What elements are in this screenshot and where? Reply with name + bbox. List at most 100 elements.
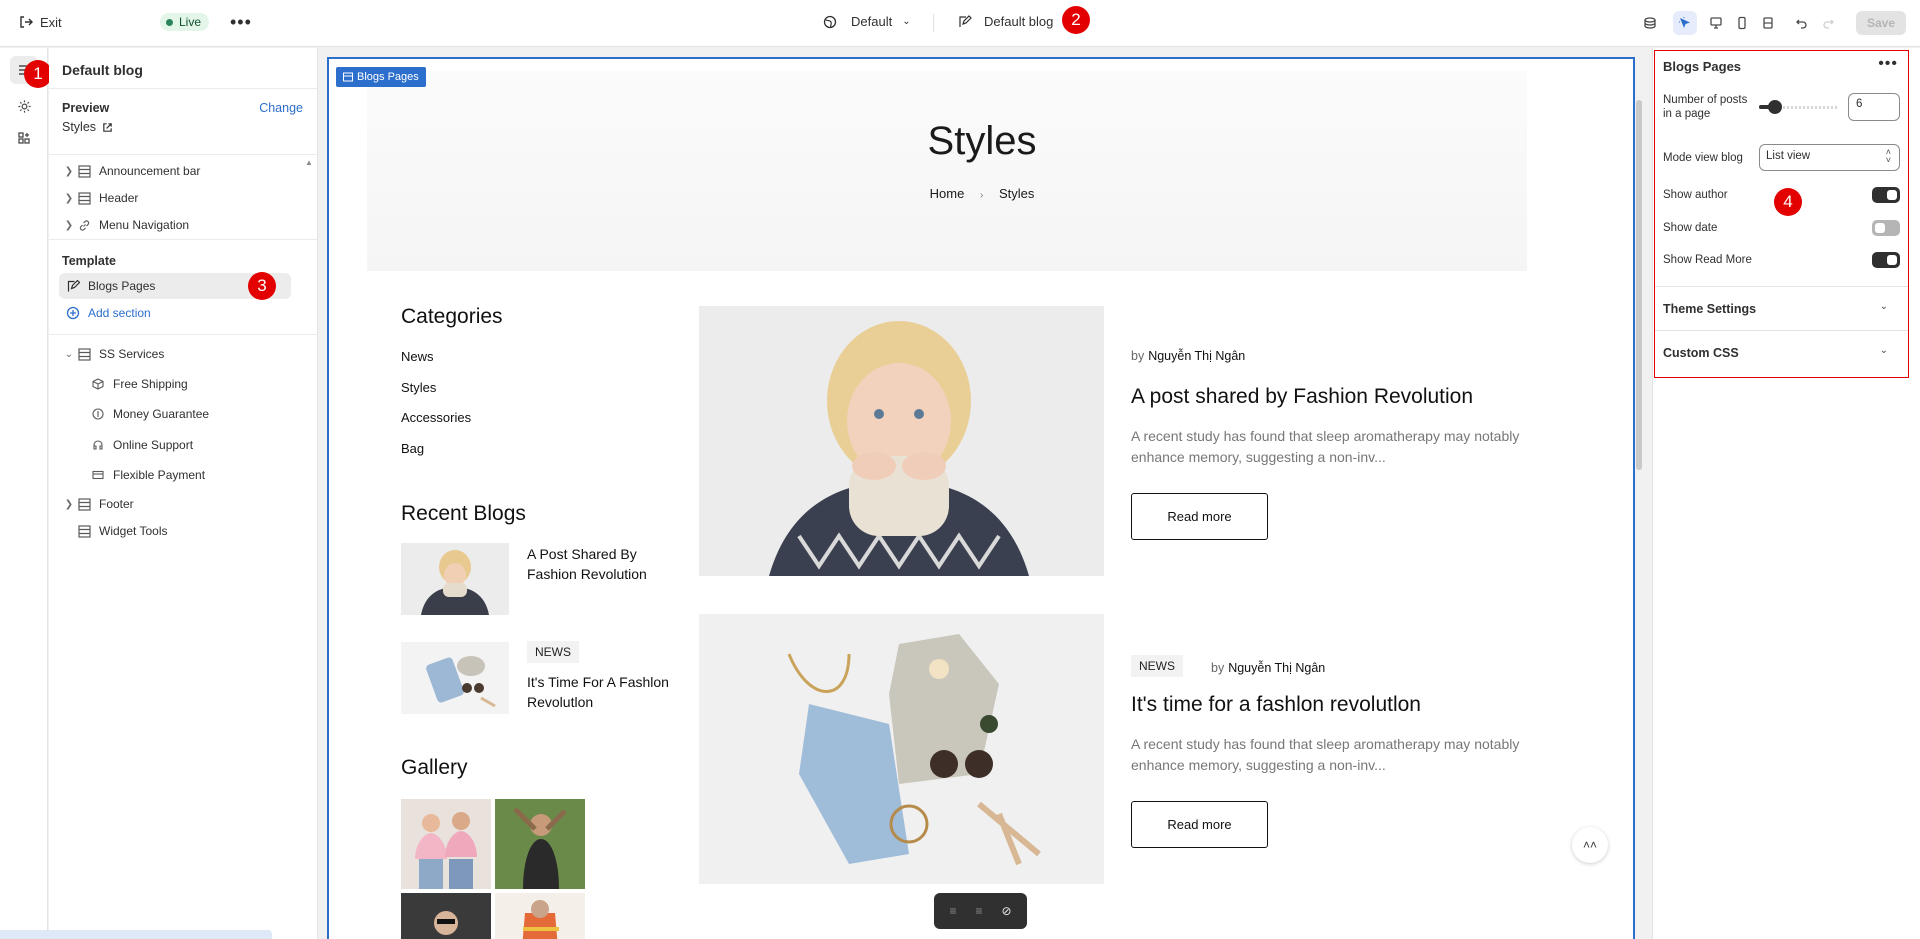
more-actions-button[interactable]: ••• — [230, 12, 252, 33]
post-image[interactable] — [699, 614, 1104, 884]
category-link[interactable]: Styles — [401, 380, 436, 395]
annotation-badge-2: 2 — [1062, 6, 1090, 34]
tree-item-label: Footer — [99, 497, 134, 511]
post-image[interactable] — [699, 306, 1104, 576]
tree-item-money-guarantee[interactable]: Money Guarantee — [49, 401, 317, 427]
gallery-image[interactable] — [495, 893, 585, 939]
category-link[interactable]: News — [401, 349, 434, 364]
hide-eye-icon[interactable]: ⊘ — [1001, 904, 1011, 918]
post-author-name[interactable]: Nguyễn Thị Ngân — [1228, 661, 1325, 675]
mode-view-select[interactable]: List view ˄ ˅ — [1759, 144, 1900, 171]
post-title[interactable]: It's time for a fashlon revolutlon — [1131, 693, 1421, 717]
globe-icon — [823, 15, 837, 28]
headset-icon — [90, 437, 106, 453]
add-section-button[interactable]: Add section — [49, 300, 317, 326]
settings-panel: Blogs Pages ••• Number of posts in a pag… — [1652, 48, 1920, 939]
recent-thumbnail[interactable] — [401, 543, 509, 615]
apps-icon[interactable] — [10, 124, 38, 152]
mobile-view-icon[interactable] — [1730, 11, 1754, 35]
breadcrumb-current: Styles — [998, 186, 1035, 201]
redo-icon[interactable] — [1816, 11, 1840, 35]
tree-item-footer[interactable]: ❯ Footer — [49, 491, 317, 517]
tree-item-widget-tools[interactable]: Widget Tools — [49, 518, 317, 544]
undo-icon[interactable] — [1790, 11, 1814, 35]
settings-gear-icon[interactable] — [10, 92, 38, 120]
desktop-view-icon[interactable] — [1704, 11, 1728, 35]
recent-blogs-heading: Recent Blogs — [401, 502, 526, 525]
chevron-down-icon: ⌄ — [902, 16, 911, 27]
custom-css-label: Custom CSS — [1663, 346, 1739, 360]
post-title[interactable]: A post shared by Fashion Revolution — [1131, 385, 1473, 409]
read-more-button[interactable]: Read more — [1131, 801, 1268, 848]
show-date-label: Show date — [1663, 222, 1718, 234]
status-bar-url — [0, 930, 272, 939]
post-tag[interactable]: NEWS — [1131, 655, 1183, 677]
edit-icon — [959, 14, 972, 27]
tree-item-free-shipping[interactable]: Free Shipping — [49, 371, 317, 397]
database-icon[interactable] — [1638, 11, 1662, 35]
sidebar-title: Default blog — [62, 62, 143, 78]
tree-item-label: Header — [99, 191, 139, 205]
chevron-right-icon: ❯ — [64, 165, 74, 177]
tree-item-header[interactable]: ❯ Header — [49, 185, 317, 211]
read-more-button[interactable]: Read more — [1131, 493, 1268, 540]
scroll-to-top-icon[interactable]: ˄˄ — [1572, 827, 1608, 863]
more-options-icon[interactable]: ••• — [1878, 55, 1898, 73]
canvas-scrollbar[interactable] — [1636, 100, 1642, 470]
exit-button[interactable]: Exit — [18, 14, 62, 30]
save-button[interactable]: Save — [1856, 11, 1906, 35]
breadcrumb-separator: › — [979, 190, 984, 201]
move-up-icon[interactable]: ≡ — [949, 904, 956, 918]
post-author-name[interactable]: Nguyễn Thị Ngân — [1148, 349, 1245, 363]
tree-item-label: Blogs Pages — [88, 279, 156, 293]
template-label: Default blog — [984, 14, 1054, 29]
post-excerpt: A recent study has found that sleep arom… — [1131, 428, 1520, 465]
categories-heading: Categories — [401, 305, 503, 328]
theme-settings-accordion[interactable]: Theme Settings ⌄ — [1655, 286, 1908, 330]
gallery-image[interactable] — [401, 799, 491, 889]
show-read-more-toggle[interactable] — [1872, 252, 1900, 268]
custom-css-accordion[interactable]: Custom CSS ⌄ — [1655, 330, 1908, 374]
tree-item-menu-navigation[interactable]: ❯ Menu Navigation — [49, 212, 317, 238]
divider — [49, 334, 317, 335]
tree-item-label: Announcement bar — [99, 164, 201, 178]
top-bar: Exit Live ••• Default ⌄ Default blog 2 S… — [0, 0, 1920, 47]
recent-thumbnail[interactable] — [401, 642, 509, 714]
tree-item-ss-services[interactable]: ⌄ SS Services — [49, 341, 317, 367]
page-title: Styles — [927, 119, 1037, 163]
posts-slider-handle[interactable] — [1768, 100, 1782, 114]
tree-item-flexible-payment[interactable]: Flexible Payment — [49, 462, 317, 488]
gallery-image[interactable] — [401, 893, 491, 939]
layout-section-icon — [76, 496, 92, 512]
recent-blog-title[interactable]: A Post Shared By Fashion Revolution — [527, 544, 687, 584]
show-date-toggle[interactable] — [1872, 220, 1900, 236]
show-author-toggle[interactable] — [1872, 187, 1900, 203]
chevron-down-icon: ⌄ — [64, 348, 74, 360]
chevron-right-icon: ❯ — [64, 498, 74, 510]
change-preview-link[interactable]: Change — [259, 101, 303, 115]
preview-value[interactable]: Styles — [62, 120, 113, 134]
inspector-icon[interactable] — [1673, 11, 1697, 35]
template-selector[interactable]: Default blog — [958, 14, 1053, 29]
tree-item-announcement-bar[interactable]: ❯ Announcement bar — [49, 158, 317, 184]
move-down-icon[interactable]: ≡ — [975, 904, 982, 918]
fullscreen-icon[interactable] — [1756, 11, 1780, 35]
recent-blog-tag: NEWS — [527, 641, 579, 663]
posts-per-page-input[interactable]: 6 — [1848, 93, 1900, 121]
gallery-image[interactable] — [495, 799, 585, 889]
preview-frame[interactable]: Blogs Pages Styles Home › Styles Categor… — [327, 57, 1635, 939]
recent-blog-title[interactable]: It's Time For A Fashlon Revolutlon — [527, 672, 687, 712]
box-icon — [90, 376, 106, 392]
annotation-badge-1: 1 — [24, 60, 52, 88]
category-link[interactable]: Accessories — [401, 410, 471, 425]
template-section-label: Template — [62, 254, 116, 268]
category-link[interactable]: Bag — [401, 441, 424, 456]
tree-item-online-support[interactable]: Online Support — [49, 432, 317, 458]
live-badge: Live — [160, 13, 210, 31]
layout-section-icon — [76, 163, 92, 179]
breadcrumb-home-link[interactable]: Home — [930, 186, 965, 201]
select-arrows-icon: ˄ ˅ — [1885, 147, 1891, 165]
theme-selector[interactable]: Default ⌄ — [823, 14, 911, 29]
tree-item-label: Free Shipping — [113, 377, 188, 391]
plus-circle-icon — [65, 305, 81, 321]
